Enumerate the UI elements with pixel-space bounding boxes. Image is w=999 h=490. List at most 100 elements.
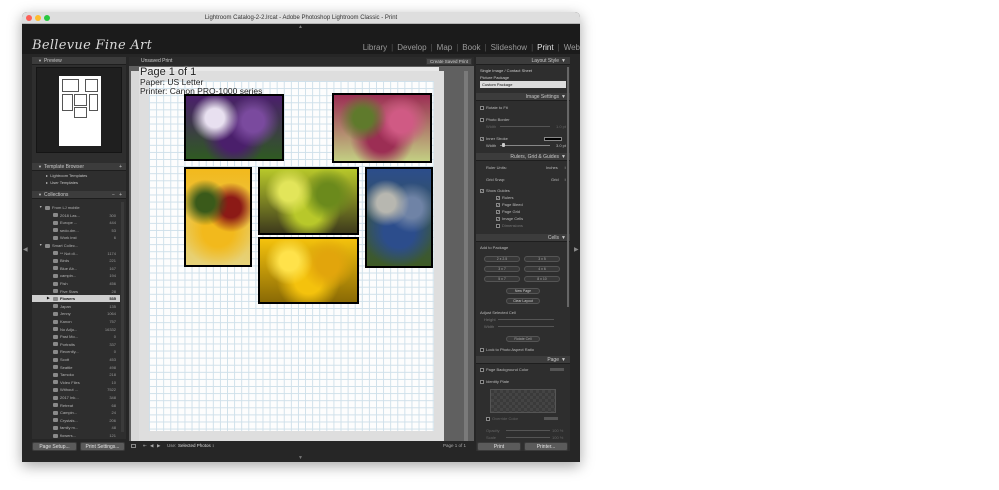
photo-border-checkbox[interactable]: Photo Border xyxy=(480,116,566,123)
new-page-button[interactable]: New Page xyxy=(506,288,540,294)
identity-plate-checkbox[interactable]: Identity Plate xyxy=(480,378,566,385)
module-slideshow[interactable]: Slideshow xyxy=(491,43,527,52)
module-develop[interactable]: Develop xyxy=(397,43,426,52)
collection-row[interactable]: Jenny 1064 xyxy=(32,310,120,317)
collection-row[interactable]: Portraits 337 xyxy=(32,341,120,348)
opacity-slider[interactable]: Opacity 100 % xyxy=(486,427,572,434)
border-width-slider[interactable]: Width 1.0 pt xyxy=(486,123,572,130)
collection-row[interactable]: Campin... 24 xyxy=(32,409,120,416)
printer-button[interactable]: Printer... xyxy=(524,442,568,451)
module-map[interactable]: Map xyxy=(437,43,453,52)
canvas-scrollbar[interactable] xyxy=(464,71,468,441)
layout-custom-package[interactable]: Custom Package xyxy=(480,81,566,88)
layout-picture-package[interactable]: Picture Package xyxy=(480,74,566,81)
grid-snap-select[interactable]: Grid Snap: Grid ↕ xyxy=(486,176,572,183)
page-bg-color-checkbox[interactable]: Page Background Color xyxy=(480,366,566,373)
create-saved-print-button[interactable]: Create Saved Print xyxy=(425,58,472,65)
print-settings-button[interactable]: Print Settings... xyxy=(80,442,125,451)
photo-cell[interactable] xyxy=(332,93,432,163)
collection-row[interactable]: Crystals... 206 xyxy=(32,417,120,424)
prev-page-icon[interactable]: ◀ xyxy=(150,441,153,451)
remove-collection-icon[interactable]: − xyxy=(112,192,115,198)
stroke-width-slider[interactable]: Width 3.0 pt xyxy=(486,142,572,149)
collection-row[interactable]: campin... 194 xyxy=(32,272,120,279)
module-library[interactable]: Library xyxy=(363,43,387,52)
template-folder-user[interactable]: ▸ User Templates xyxy=(46,179,132,186)
next-page-icon[interactable]: ▶ xyxy=(157,441,160,451)
cell-size-button[interactable]: 3 x 7 xyxy=(484,266,520,272)
module-print[interactable]: Print xyxy=(537,43,553,52)
collection-row[interactable]: Without ... 7522 xyxy=(32,386,120,393)
collapse-top-icon[interactable]: ▲ xyxy=(298,24,303,30)
cell-width-slider[interactable]: Width xyxy=(484,323,570,330)
clear-layout-button[interactable]: Clear Layout xyxy=(506,298,540,304)
collapse-right-icon[interactable]: ▶ xyxy=(574,246,579,253)
disclosure-triangle-icon[interactable]: ▼ xyxy=(39,242,42,249)
close-button[interactable] xyxy=(26,15,32,21)
first-page-icon[interactable]: ⇤ xyxy=(143,441,147,451)
collection-row[interactable]: ▼ From LJ mobile xyxy=(32,204,120,211)
ruler-units-select[interactable]: Ruler Units: Inches ↕ xyxy=(486,164,572,171)
image-settings-header[interactable]: Image Settings ▼ xyxy=(476,93,570,101)
collection-row[interactable]: Tamoko 218 xyxy=(32,371,120,378)
collection-row[interactable]: ▼ Smart Collec... xyxy=(32,242,120,249)
photo-cell[interactable] xyxy=(258,237,359,304)
identity-plate-preview[interactable] xyxy=(490,389,556,413)
inner-stroke-checkbox[interactable]: ✓ Inner Stroke xyxy=(480,135,566,142)
collapse-bottom-icon[interactable]: ▼ xyxy=(298,455,303,461)
slider-thumb[interactable] xyxy=(502,143,505,147)
rulers-grid-header[interactable]: Rulers, Grid & Guides ▼ xyxy=(476,153,570,161)
override-color-checkbox[interactable]: Override Color xyxy=(486,415,572,422)
collection-row[interactable]: 2017 Ink... 348 xyxy=(32,394,120,401)
cell-size-button[interactable]: 5 x 7 xyxy=(484,276,520,282)
cell-height-slider[interactable]: Height xyxy=(484,316,570,323)
bg-color-swatch[interactable] xyxy=(550,368,564,371)
template-browser-header[interactable]: ▼ Template Browser + xyxy=(32,163,126,171)
template-folder-lightroom[interactable]: ▸ Lightroom Templates xyxy=(46,172,132,179)
collection-row[interactable]: 2018 Las... 300 xyxy=(32,212,120,219)
cell-size-button[interactable]: 4 x 6 xyxy=(524,266,560,272)
collection-row[interactable]: Five Stars 28 xyxy=(32,288,120,295)
collection-row[interactable]: sedo.dm... 53 xyxy=(32,227,120,234)
collection-row[interactable]: Retreat 68 xyxy=(32,402,120,409)
collapse-left-icon[interactable]: ◀ xyxy=(23,246,28,253)
module-web[interactable]: Web xyxy=(564,43,580,52)
collections-header[interactable]: ▼ Collections − + xyxy=(32,191,126,199)
preview-header[interactable]: ▼ Preview xyxy=(32,57,126,65)
layout-style-header[interactable]: Layout Style ▼ xyxy=(476,57,570,65)
photo-cell[interactable] xyxy=(184,94,284,161)
page-header[interactable]: Page ▼ xyxy=(476,356,570,364)
module-book[interactable]: Book xyxy=(462,43,480,52)
page-setup-button[interactable]: Page Setup... xyxy=(32,442,77,451)
layout-single-image[interactable]: Single Image / Contact Sheet xyxy=(480,67,566,74)
collection-row[interactable]: Kanon 757 xyxy=(32,318,120,325)
collection-row[interactable]: ** Not di... 1174 xyxy=(32,250,120,257)
minimize-button[interactable] xyxy=(35,15,41,21)
photo-cell[interactable] xyxy=(258,167,359,235)
collection-row[interactable]: Scott 453 xyxy=(32,356,120,363)
show-guides-checkbox[interactable]: ✓ Show Guides xyxy=(480,187,566,194)
collection-row[interactable]: Past Mo... 0 xyxy=(32,333,120,340)
collection-row[interactable]: ▶ Flowers 535 xyxy=(32,295,120,303)
collection-row[interactable]: Europe ... 444 xyxy=(32,219,120,226)
lock-aspect-checkbox[interactable]: Lock to Photo Aspect Ratio xyxy=(480,346,566,353)
photo-cell[interactable] xyxy=(184,167,252,267)
collection-row[interactable]: Fish 456 xyxy=(32,280,120,287)
cell-size-button[interactable]: 2 x 2.5 xyxy=(484,256,520,262)
add-template-icon[interactable]: + xyxy=(119,163,122,170)
collection-row[interactable]: Japan 135 xyxy=(32,303,120,310)
collection-row[interactable]: Blue Ab... 167 xyxy=(32,265,120,272)
disclosure-triangle-icon[interactable]: ▶ xyxy=(47,295,50,302)
scale-slider[interactable]: Scale 100 % xyxy=(486,434,572,441)
cell-size-button[interactable]: 3 x 5 xyxy=(524,256,560,262)
grid-view-icon[interactable] xyxy=(131,444,136,448)
add-collection-icon[interactable]: + xyxy=(119,192,122,198)
collection-row[interactable]: family m... 48 xyxy=(32,424,120,431)
stroke-color-swatch[interactable] xyxy=(544,136,562,141)
zoom-button[interactable] xyxy=(44,15,50,21)
collection-row[interactable]: Seattle 498 xyxy=(32,364,120,371)
print-button[interactable]: Print xyxy=(477,442,521,451)
collection-row[interactable]: Recently... 0 xyxy=(32,348,120,355)
rotate-cell-button[interactable]: Rotate Cell xyxy=(506,336,540,342)
cells-header[interactable]: Cells ▼ xyxy=(476,234,570,242)
